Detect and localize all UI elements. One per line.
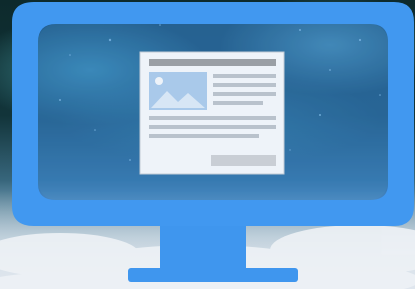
monitor-stand-neck xyxy=(160,226,246,270)
document-button-placeholder xyxy=(211,155,276,166)
illustration-canvas xyxy=(0,0,415,289)
image-placeholder-icon xyxy=(149,72,207,110)
monitor-stand-base xyxy=(128,268,298,282)
monitor-icon xyxy=(12,2,414,282)
webpage-document-icon xyxy=(139,51,285,175)
document-header-bar xyxy=(149,59,276,66)
